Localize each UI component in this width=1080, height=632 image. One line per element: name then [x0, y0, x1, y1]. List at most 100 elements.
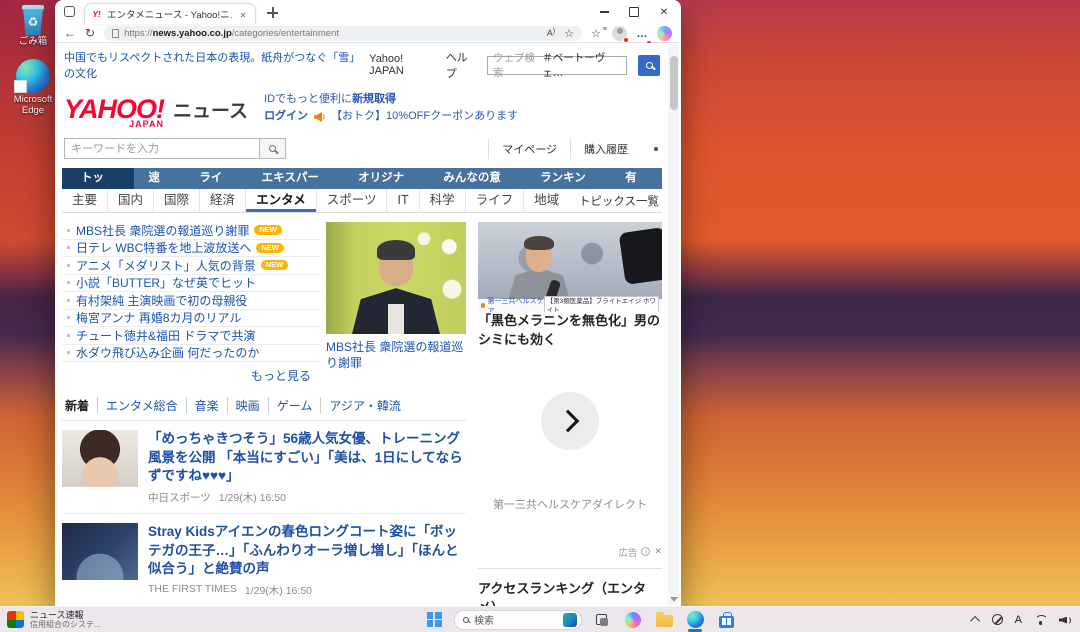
primary-nav-item[interactable]: ライブ: [185, 168, 247, 189]
topic-item[interactable]: 小説「BUTTER」なぜ英でヒット: [62, 275, 321, 293]
article-filter-tab[interactable]: 新着: [62, 397, 97, 414]
primary-nav-item[interactable]: エキスパート: [248, 168, 344, 189]
yahoo-japan-link[interactable]: Yahoo! JAPAN: [369, 53, 435, 77]
article-filter-tab[interactable]: 音楽: [186, 397, 227, 414]
favorite-star-icon[interactable]: [564, 27, 574, 40]
help-link[interactable]: ヘルプ: [446, 49, 476, 81]
topic-link[interactable]: 有村架純 主演映画で初の母親役: [76, 292, 247, 309]
trending-term[interactable]: ＃ベートーヴェ…: [542, 50, 621, 80]
browser-tab[interactable]: エンタメニュース - Yahoo!ニュース: [84, 3, 256, 24]
start-button[interactable]: [423, 608, 445, 632]
coupon-link[interactable]: 【おトク】10%OFFクーポンあります: [331, 108, 518, 125]
favorites-icon[interactable]: [591, 24, 604, 42]
topics-photo-caption[interactable]: MBS社長 衆院選の報道巡り謝罪: [326, 340, 466, 371]
back-icon[interactable]: ←: [64, 27, 76, 39]
file-explorer-button[interactable]: [653, 608, 675, 632]
maximize-button[interactable]: [619, 0, 649, 24]
scrollbar-down-arrow[interactable]: [670, 597, 678, 602]
read-aloud-icon[interactable]: [547, 28, 555, 39]
ad-headline-link[interactable]: 「黒色メラニンを無色化」男のシミにも効く: [478, 313, 660, 347]
topic-item[interactable]: 水ダウ飛び込み企画 何だったのか: [62, 345, 321, 363]
topic-link[interactable]: 水ダウ飛び込み企画 何だったのか: [76, 344, 259, 361]
topic-link[interactable]: アニメ「メダリスト」人気の背景: [76, 257, 256, 274]
topics-photo[interactable]: [326, 222, 466, 334]
network-button[interactable]: [1034, 615, 1047, 625]
subnav-item[interactable]: スポーツ: [316, 189, 387, 212]
address-bar[interactable]: https://news.yahoo.co.jp/categories/ente…: [104, 26, 582, 41]
minimize-button[interactable]: [589, 0, 619, 24]
tab-close-icon[interactable]: [237, 8, 249, 20]
store-button[interactable]: [715, 608, 737, 632]
subnav-item[interactable]: エンタメ: [245, 189, 316, 212]
topic-item[interactable]: 有村架純 主演映画で初の母親役: [62, 292, 321, 310]
article-row[interactable]: Stray Kidsアイエンの春色ロングコート姿に「ボッテガの王子…」「ふんわり…: [62, 514, 466, 606]
subnav-item[interactable]: 地域: [523, 189, 569, 212]
web-search-input[interactable]: ウェブ検索 ＃ベートーヴェ…: [487, 56, 627, 75]
article-thumbnail[interactable]: [62, 430, 138, 487]
reload-icon[interactable]: ↻: [85, 27, 95, 39]
topic-link[interactable]: 日テレ WBC特番を地上波放送へ: [76, 239, 251, 256]
widgets-button[interactable]: ニュース速報 信用組合のシステ...: [7, 607, 101, 632]
subnav-item[interactable]: 国内: [107, 189, 153, 212]
article-filter-tab[interactable]: アジア・韓流: [320, 397, 409, 414]
copilot-icon[interactable]: [657, 26, 672, 41]
subnav-item[interactable]: ライフ: [465, 189, 524, 212]
tray-overflow-button[interactable]: [973, 616, 980, 623]
keyword-search-input[interactable]: [64, 138, 260, 159]
tab-actions-icon[interactable]: [64, 6, 75, 17]
mypage-link[interactable]: マイページ: [488, 139, 570, 159]
topic-item[interactable]: チュート徳井&福田 ドラマで共演: [62, 327, 321, 345]
do-not-disturb-button[interactable]: [992, 614, 1003, 625]
primary-nav-item[interactable]: トップ: [62, 168, 134, 189]
ime-indicator[interactable]: A: [1015, 614, 1022, 626]
promo-headline-link[interactable]: 中国でもリスペクトされた日本の表現。紙舟がつなぐ「雪」の文化: [64, 49, 369, 81]
primary-nav-item[interactable]: オリジナル: [344, 168, 429, 189]
subnav-item[interactable]: 主要: [62, 189, 107, 212]
subnav-item[interactable]: IT: [386, 189, 418, 212]
primary-nav-item[interactable]: みんなの意見: [429, 168, 526, 189]
scrollbar-thumb[interactable]: [670, 56, 678, 110]
page-scrollbar[interactable]: [668, 44, 679, 605]
article-title[interactable]: Stray Kidsアイエンの春色ロングコート姿に「ボッテガの王子…」「ふんわり…: [148, 523, 466, 579]
volume-button[interactable]: [1059, 615, 1072, 625]
article-row[interactable]: 「めっちゃきつそう」56歳人気女優、トレーニング風景を公開 「本当にすごい」「美…: [62, 421, 466, 514]
task-view-button[interactable]: [591, 608, 613, 632]
more-topics-link[interactable]: もっと見る: [62, 362, 321, 384]
edge-taskbar-button[interactable]: [684, 608, 706, 632]
login-link[interactable]: ログイン: [264, 108, 308, 125]
profile-avatar[interactable]: [612, 26, 627, 41]
article-filter-tab[interactable]: エンタメ総合: [97, 397, 186, 414]
article-title[interactable]: 「めっちゃきつそう」56歳人気女優、トレーニング風景を公開 「本当にすごい」「美…: [148, 430, 466, 486]
topics-photo-block[interactable]: MBS社長 衆院選の報道巡り謝罪: [326, 222, 466, 384]
topic-link[interactable]: 梅宮アンナ 再婚8カ月のリアル: [76, 309, 241, 326]
desktop-icon-edge[interactable]: Microsoft Edge: [4, 59, 62, 116]
article-filter-tab[interactable]: 映画: [227, 397, 268, 414]
ad-next-button[interactable]: [541, 392, 599, 450]
topic-item[interactable]: MBS社長 衆院選の報道巡り謝罪 NEW: [62, 222, 321, 240]
yahoo-news-logo[interactable]: YAHOO! JAPAN ニュース: [64, 96, 248, 126]
taskbar-search[interactable]: 検索: [454, 610, 582, 630]
topics-index-link[interactable]: トピックス一覧: [579, 193, 662, 209]
article-thumbnail[interactable]: [62, 523, 138, 580]
purchase-history-link[interactable]: 購入履歴: [570, 139, 641, 159]
subnav-item[interactable]: 経済: [199, 189, 245, 212]
primary-nav-item[interactable]: 有料: [611, 168, 662, 189]
new-tab-button[interactable]: [267, 7, 278, 18]
web-search-button[interactable]: [638, 55, 660, 76]
topic-link[interactable]: 小説「BUTTER」なぜ英でヒット: [76, 274, 256, 291]
topic-item[interactable]: アニメ「メダリスト」人気の背景 NEW: [62, 257, 321, 275]
topic-item[interactable]: 日テレ WBC特番を地上波放送へ NEW: [62, 240, 321, 258]
copilot-button[interactable]: [622, 608, 644, 632]
topic-item[interactable]: 梅宮アンナ 再婚8カ月のリアル: [62, 310, 321, 328]
signup-link[interactable]: 新規取得: [352, 93, 396, 105]
close-button[interactable]: [649, 0, 679, 24]
article-filter-tab[interactable]: ゲーム: [268, 397, 321, 414]
ad-close-icon[interactable]: ✕: [654, 546, 662, 557]
keyword-search-button[interactable]: [260, 138, 286, 159]
primary-nav-item[interactable]: ランキング: [526, 168, 611, 189]
ad-info-icon[interactable]: i: [641, 547, 650, 556]
page-info-icon[interactable]: [112, 29, 119, 38]
primary-nav-item[interactable]: 速報: [134, 168, 185, 189]
desktop-icon-recycle-bin[interactable]: ♻ ごみ箱: [4, 5, 62, 47]
topic-link[interactable]: チュート徳井&福田 ドラマで共演: [76, 327, 255, 344]
